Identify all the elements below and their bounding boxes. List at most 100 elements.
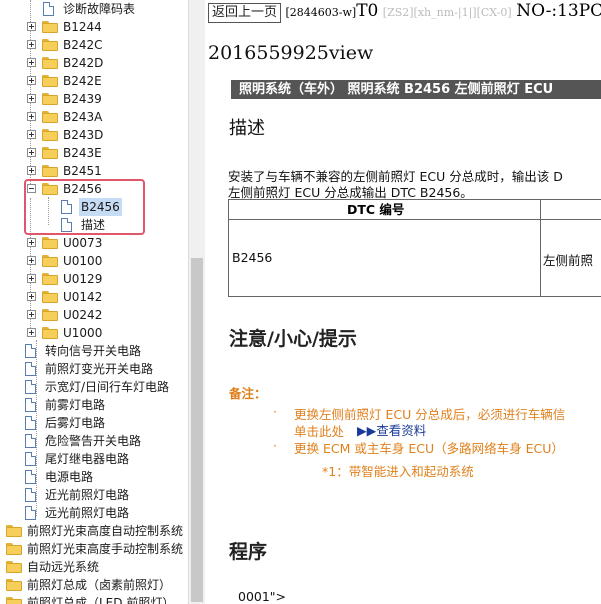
bullet-mark: ·: [273, 438, 277, 453]
tree-item[interactable]: 后雾灯电路: [0, 414, 188, 432]
back-button[interactable]: 返回上一页: [208, 3, 282, 23]
document-icon: [25, 362, 36, 376]
tree-item[interactable]: 示宽灯/日间行车灯电路: [0, 378, 188, 396]
folder-icon: [42, 57, 58, 69]
expand-icon[interactable]: [27, 94, 36, 103]
folder-icon: [42, 291, 58, 303]
note-label: 备注：: [229, 386, 267, 401]
expand-icon[interactable]: [27, 112, 36, 121]
tree-item[interactable]: 危险警告开关电路: [0, 432, 188, 450]
tree-item[interactable]: B1244: [0, 18, 188, 36]
expand-icon[interactable]: [27, 256, 36, 265]
expand-icon[interactable]: [27, 166, 36, 175]
tree-item[interactable]: 前雾灯电路: [0, 396, 188, 414]
note-bullet-2: 更换 ECM 或主车身 ECU（多路网络车身 ECU）: [294, 441, 564, 456]
expand-icon[interactable]: [27, 274, 36, 283]
expand-icon[interactable]: [27, 76, 36, 85]
highlight-annotation: [24, 179, 145, 235]
expand-icon[interactable]: [27, 328, 36, 337]
folder-icon: [42, 309, 58, 321]
tree-item[interactable]: B242E: [0, 72, 188, 90]
document-icon: [25, 344, 36, 358]
description-heading: 描述: [229, 118, 265, 139]
expand-icon[interactable]: [27, 40, 36, 49]
folder-icon: [42, 75, 58, 87]
number-label: NO-:13PC: [516, 1, 601, 21]
table-header-dtc: DTC 编号: [347, 202, 405, 217]
tree-item[interactable]: B2439: [0, 90, 188, 108]
document-icon: [25, 470, 36, 484]
procedure-heading: 程序: [229, 541, 268, 563]
tags-label: [ZS2][xh_nm-|1|][CX-0]: [382, 6, 512, 19]
dtc-table: DTC 编号 B2456 左侧前照: [228, 199, 601, 297]
tree-item[interactable]: 前照灯变光开关电路: [0, 360, 188, 378]
folder-icon: [42, 273, 58, 285]
folder-icon: [42, 327, 58, 339]
tree-item[interactable]: 前照灯总成（LED 前照灯）: [0, 594, 188, 604]
doc-id: [2844603-w]: [285, 6, 357, 19]
document-icon: [43, 2, 54, 16]
tree-item[interactable]: U0073: [0, 234, 188, 252]
tree-item[interactable]: 前照灯光束高度自动控制系统: [0, 522, 188, 540]
tree-item[interactable]: 自动远光系统: [0, 558, 188, 576]
table-header-row: DTC 编号: [229, 200, 601, 220]
scrollbar-thumb[interactable]: [191, 258, 203, 602]
tree-item[interactable]: U0142: [0, 288, 188, 306]
tree-item[interactable]: 前照灯光束高度手动控制系统: [0, 540, 188, 558]
tree-scrollbar[interactable]: [188, 0, 205, 604]
document-icon: [25, 506, 36, 520]
tree-item[interactable]: 尾灯继电器电路: [0, 450, 188, 468]
folder-icon: [42, 237, 58, 249]
tree-item[interactable]: 前照灯总成（卤素前照灯）: [0, 576, 188, 594]
expand-icon[interactable]: [27, 58, 36, 67]
table-cell-desc: 左侧前照: [543, 253, 594, 268]
tree-item[interactable]: U0100: [0, 252, 188, 270]
folder-icon: [6, 597, 22, 604]
expand-icon[interactable]: [27, 238, 36, 247]
tree-item[interactable]: U1000: [0, 324, 188, 342]
tree-item[interactable]: B243A: [0, 108, 188, 126]
navigation-tree: 诊断故障码表 B1244 B242C B242D B242E B2439 B24…: [0, 0, 188, 604]
footnote: *1：带智能进入和起动系统: [322, 464, 474, 479]
folder-icon: [6, 525, 22, 537]
view-info-link[interactable]: ▶▶查看资料: [357, 420, 426, 439]
expand-icon[interactable]: [27, 148, 36, 157]
folder-icon: [42, 165, 58, 177]
expand-icon[interactable]: [27, 310, 36, 319]
folder-icon: [42, 21, 58, 33]
tree-item[interactable]: B243E: [0, 144, 188, 162]
tree-item[interactable]: B243D: [0, 126, 188, 144]
folder-icon: [42, 129, 58, 141]
folder-icon: [42, 39, 58, 51]
document-icon: [25, 416, 36, 430]
view-id: 2016559925view: [208, 42, 374, 64]
expand-icon[interactable]: [27, 130, 36, 139]
title-banner: 照明系统（车外） 照明系统 B2456 左侧前照灯 ECU: [231, 80, 601, 99]
tree-item[interactable]: U0242: [0, 306, 188, 324]
caution-heading: 注意/小心/提示: [229, 328, 357, 350]
content-pane: 返回上一页 [2844603-w]T0 [ZS2][xh_nm-|1|][CX-…: [205, 0, 601, 604]
folder-icon: [42, 111, 58, 123]
tree-item[interactable]: B242D: [0, 54, 188, 72]
folder-icon: [6, 561, 22, 573]
code-label: T0: [356, 1, 379, 21]
document-icon: [25, 398, 36, 412]
expand-icon[interactable]: [27, 22, 36, 31]
tree-item[interactable]: 诊断故障码表: [0, 0, 188, 18]
tree-item[interactable]: 远光前照灯电路: [0, 504, 188, 522]
tree-item[interactable]: 电源电路: [0, 468, 188, 486]
tree-item[interactable]: 转向信号开关电路: [0, 342, 188, 360]
tree-item[interactable]: U0129: [0, 270, 188, 288]
procedure-step: 0001">: [238, 589, 287, 604]
folder-icon: [6, 579, 22, 591]
tree-item[interactable]: B2451: [0, 162, 188, 180]
expand-icon[interactable]: [27, 292, 36, 301]
tree-item[interactable]: B242C: [0, 36, 188, 54]
tree-item[interactable]: 近光前照灯电路: [0, 486, 188, 504]
document-icon: [25, 488, 36, 502]
folder-icon: [6, 543, 22, 555]
bullet-mark: ·: [273, 404, 277, 419]
folder-icon: [42, 255, 58, 267]
document-icon: [25, 380, 36, 394]
top-bar: 返回上一页 [2844603-w]T0 [ZS2][xh_nm-|1|][CX-…: [208, 0, 601, 23]
